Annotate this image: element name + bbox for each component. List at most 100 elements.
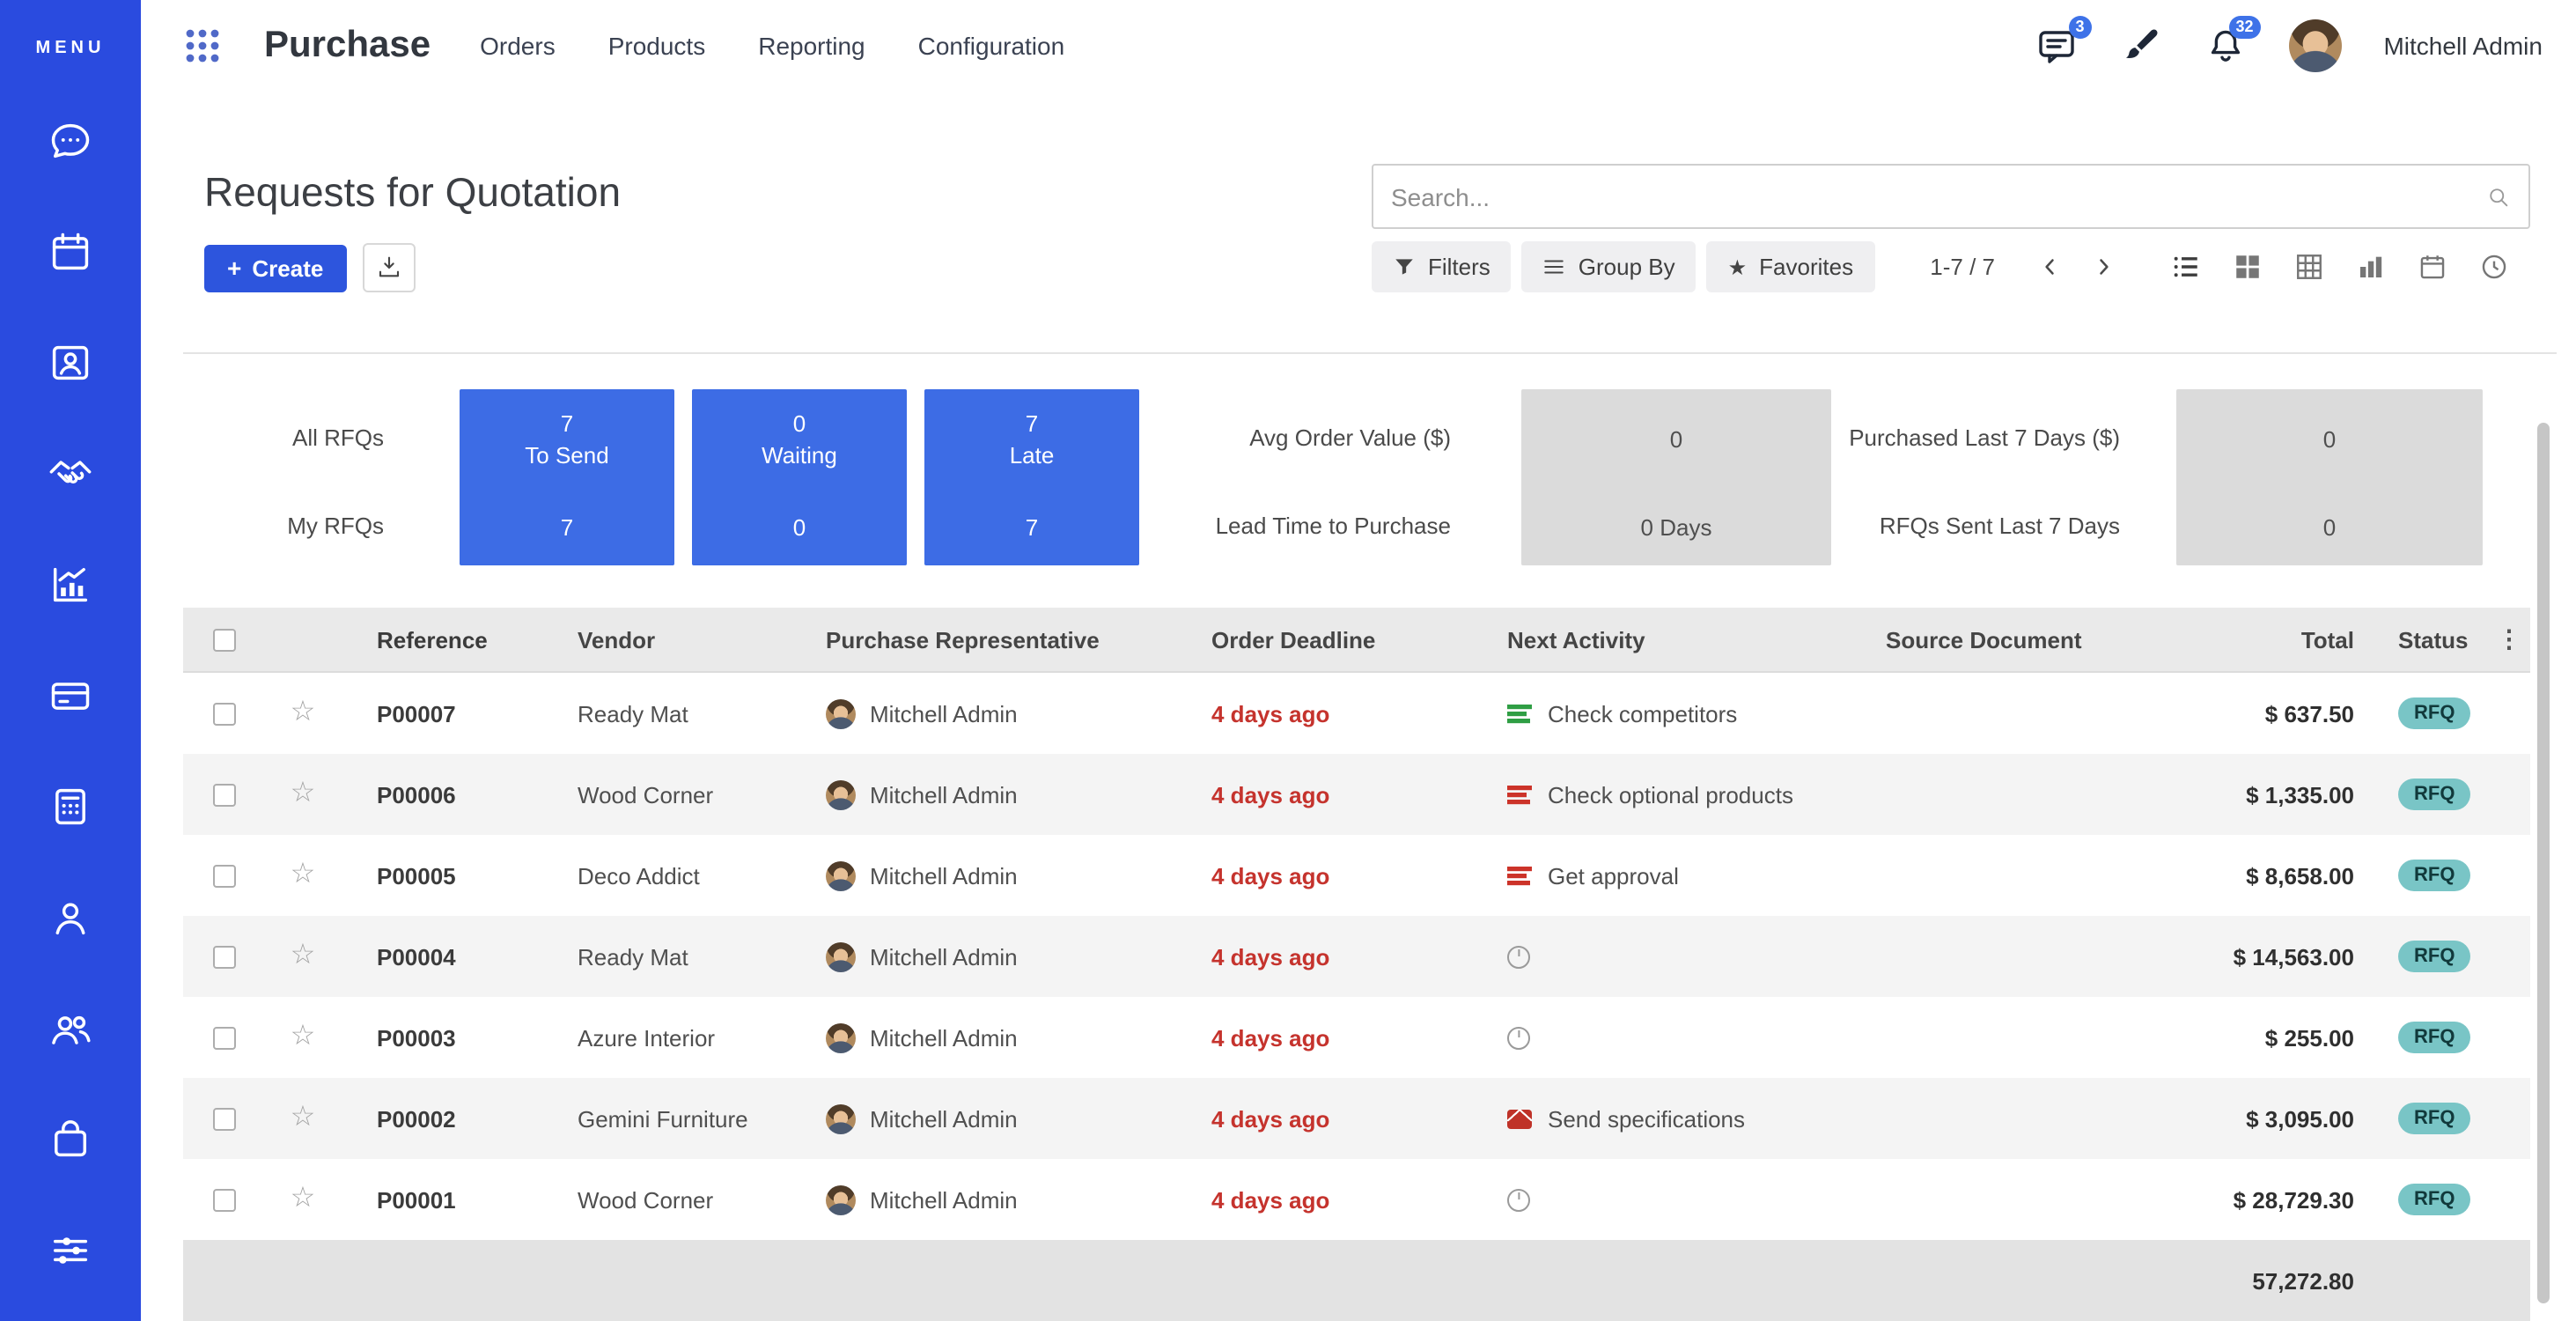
credit-card-icon[interactable]	[48, 673, 93, 719]
avg-order-value-label[interactable]: Avg Order Value ($)	[1139, 389, 1451, 488]
rep-name: Mitchell Admin	[870, 700, 1018, 727]
column-header-source[interactable]: Source Document	[1873, 626, 2201, 653]
users-icon[interactable]	[48, 1006, 93, 1052]
row-checkbox[interactable]	[212, 945, 235, 968]
column-header-reference[interactable]: Reference	[342, 626, 553, 653]
row-checkbox[interactable]	[212, 1026, 235, 1049]
table-row[interactable]: ☆ P00007 Ready Mat Mitchell Admin 4 days…	[183, 673, 2530, 754]
rfqs-sent-last-7-days-label[interactable]: RFQs Sent Last 7 Days	[1831, 488, 2120, 565]
favorite-star-icon[interactable]: ☆	[291, 942, 316, 970]
column-header-deadline[interactable]: Order Deadline	[1201, 626, 1497, 653]
table-row[interactable]: ☆ P00004 Ready Mat Mitchell Admin 4 days…	[183, 916, 2530, 997]
navbar-right: 3 32 Mitchell Admin	[2035, 19, 2576, 72]
column-header-activity[interactable]: Next Activity	[1497, 626, 1873, 653]
view-calendar-icon[interactable]	[2418, 252, 2447, 282]
dashboard-stat-tile-1[interactable]: 0 0 Days	[1521, 389, 1831, 565]
dashboard-tile-waiting[interactable]: 0 Waiting 0	[692, 389, 907, 565]
sliders-icon[interactable]	[48, 1228, 93, 1273]
column-header-rep[interactable]: Purchase Representative	[813, 626, 1201, 653]
bar-chart-icon[interactable]	[48, 562, 93, 608]
table-row[interactable]: ☆ P00006 Wood Corner Mitchell Admin 4 da…	[183, 754, 2530, 835]
table-row[interactable]: ☆ P00002 Gemini Furniture Mitchell Admin…	[183, 1078, 2530, 1159]
favorite-star-icon[interactable]: ☆	[291, 699, 316, 727]
group-by-button[interactable]: Group By	[1522, 241, 1696, 292]
user-icon[interactable]	[48, 895, 93, 941]
calculator-icon[interactable]	[48, 784, 93, 830]
section-divider	[183, 352, 2557, 354]
calendar-icon[interactable]	[48, 229, 93, 275]
activity-icon[interactable]	[1507, 865, 1532, 886]
table-row[interactable]: ☆ P00001 Wood Corner Mitchell Admin 4 da…	[183, 1159, 2530, 1240]
waiting-all-count: 0	[793, 410, 806, 436]
view-graph-icon[interactable]	[2356, 252, 2386, 282]
apps-grid-icon[interactable]	[183, 26, 222, 65]
row-checkbox[interactable]	[212, 864, 235, 887]
activity-icon[interactable]	[1507, 945, 1530, 968]
activity-icon[interactable]	[1507, 1188, 1530, 1211]
row-checkbox[interactable]	[212, 702, 235, 725]
favorite-star-icon[interactable]: ☆	[291, 780, 316, 808]
pager-previous-button[interactable]	[2027, 244, 2072, 290]
paintbrush-icon[interactable]	[2119, 25, 2161, 67]
nav-item-reporting[interactable]: Reporting	[758, 32, 865, 60]
view-pivot-icon[interactable]	[2294, 252, 2324, 282]
activity-icon[interactable]	[1507, 1109, 1532, 1128]
view-kanban-icon[interactable]	[2233, 252, 2263, 282]
notifications-bell-icon[interactable]: 32	[2204, 25, 2246, 67]
page-title: Requests for Quotation	[204, 169, 621, 217]
messages-icon[interactable]: 3	[2035, 25, 2077, 67]
search-input[interactable]	[1373, 182, 2486, 210]
favorite-star-icon[interactable]: ☆	[291, 1104, 316, 1133]
filters-button[interactable]: Filters	[1372, 241, 1512, 292]
app-menu: Orders Products Reporting Configuration	[480, 32, 1064, 60]
user-avatar[interactable]	[2288, 19, 2341, 72]
app-title[interactable]: Purchase	[264, 25, 431, 67]
activity-icon[interactable]	[1507, 703, 1532, 724]
rep-avatar	[826, 1184, 856, 1214]
activity-icon[interactable]	[1507, 784, 1532, 805]
address-book-icon[interactable]	[48, 340, 93, 386]
activity-text: Check competitors	[1548, 700, 1737, 727]
magnifier-icon[interactable]	[2486, 184, 2511, 209]
table-row[interactable]: ☆ P00003 Azure Interior Mitchell Admin 4…	[183, 997, 2530, 1078]
purchased-last-7-days-label[interactable]: Purchased Last 7 Days ($)	[1831, 389, 2120, 488]
nav-item-products[interactable]: Products	[608, 32, 706, 60]
activity-icon[interactable]	[1507, 1026, 1530, 1049]
select-all-checkbox[interactable]	[212, 628, 235, 651]
create-button[interactable]: + Create	[204, 244, 346, 292]
favorite-star-icon[interactable]: ☆	[291, 861, 316, 889]
column-options-icon[interactable]: ⋮	[2497, 624, 2521, 654]
shopping-bag-icon[interactable]	[48, 1117, 93, 1162]
favorite-star-icon[interactable]: ☆	[291, 1185, 316, 1214]
cell-rep: Mitchell Admin	[813, 1103, 1201, 1133]
menu-toggle[interactable]: MENU	[36, 39, 106, 58]
dashboard-tile-late[interactable]: 7 Late 7	[924, 389, 1139, 565]
vertical-scrollbar[interactable]	[2537, 423, 2550, 1303]
view-activity-clock-icon[interactable]	[2479, 252, 2509, 282]
filter-all-rfqs[interactable]: All RFQs	[211, 389, 384, 488]
column-header-total[interactable]: Total	[2201, 626, 2377, 653]
rep-name: Mitchell Admin	[870, 862, 1018, 889]
lead-time-label[interactable]: Lead Time to Purchase	[1139, 488, 1451, 565]
nav-item-configuration[interactable]: Configuration	[918, 32, 1065, 60]
dashboard-tile-to-send[interactable]: 7 To Send 7	[460, 389, 674, 565]
favorites-button[interactable]: ★ Favorites	[1707, 241, 1874, 292]
row-checkbox[interactable]	[212, 783, 235, 806]
filter-my-rfqs[interactable]: My RFQs	[211, 488, 384, 565]
favorite-star-icon[interactable]: ☆	[291, 1023, 316, 1052]
row-checkbox[interactable]	[212, 1107, 235, 1130]
cell-reference: P00006	[342, 781, 553, 808]
table-row[interactable]: ☆ P00005 Deco Addict Mitchell Admin 4 da…	[183, 835, 2530, 916]
nav-item-orders[interactable]: Orders	[480, 32, 556, 60]
export-download-button[interactable]	[362, 243, 415, 292]
chat-bubble-icon[interactable]	[48, 118, 93, 164]
row-checkbox[interactable]	[212, 1188, 235, 1211]
table-header: Reference Vendor Purchase Representative…	[183, 608, 2530, 673]
column-header-vendor[interactable]: Vendor	[553, 626, 813, 653]
pager-next-button[interactable]	[2079, 244, 2125, 290]
user-name[interactable]: Mitchell Admin	[2383, 32, 2543, 60]
dashboard-stat-tile-2[interactable]: 0 0	[2176, 389, 2483, 565]
view-list-icon[interactable]	[2171, 252, 2201, 282]
cell-rep: Mitchell Admin	[813, 860, 1201, 890]
handshake-icon[interactable]	[48, 451, 93, 497]
